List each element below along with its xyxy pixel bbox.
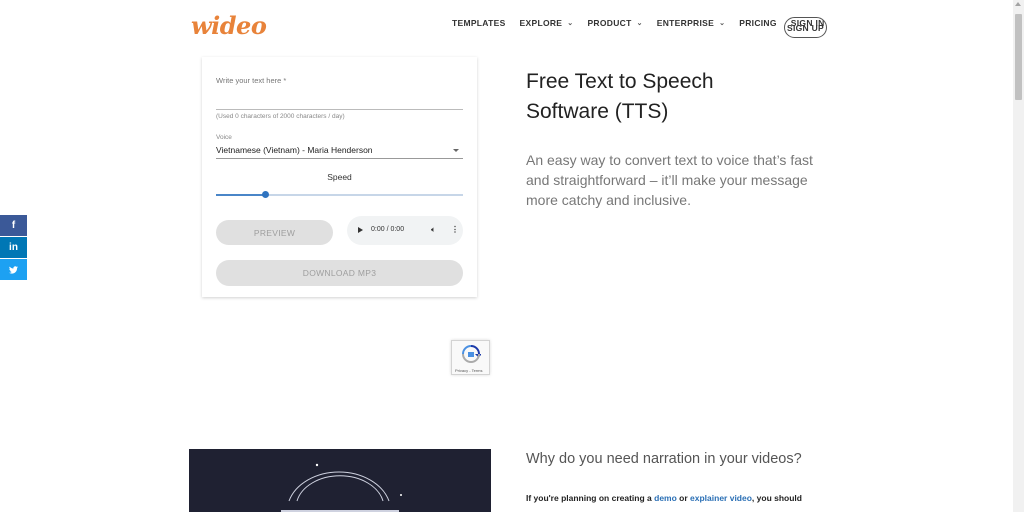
scroll-thumb[interactable] (1015, 14, 1022, 100)
linkedin-share-button[interactable]: in (0, 237, 27, 258)
scroll-up-arrow-icon[interactable] (1015, 2, 1021, 6)
preview-button[interactable]: PREVIEW (216, 220, 333, 245)
nav-explore[interactable]: EXPLORE ⌄ (520, 18, 574, 28)
text-fragment: If you're planning on creating a (526, 493, 655, 503)
linkedin-icon: in (9, 242, 18, 253)
twitter-share-button[interactable] (0, 259, 27, 280)
twitter-icon (9, 265, 18, 274)
video-thumbnail[interactable] (189, 449, 491, 512)
narration-section-text: If you're planning on creating a demo or… (526, 493, 802, 503)
audio-player: 0:00 / 0:00 🔈︎ ⋮ (347, 216, 463, 245)
wideo-logo[interactable]: wideo (191, 11, 267, 40)
chevron-down-icon: ⌄ (719, 20, 726, 27)
text-input[interactable] (216, 109, 463, 110)
dropdown-caret-icon (453, 149, 459, 152)
chevron-down-icon: ⌄ (567, 20, 574, 27)
tts-form-card: Write your text here * (Used 0 character… (202, 57, 477, 297)
site-header: wideo TEMPLATES EXPLORE ⌄ PRODUCT ⌄ ENTERP… (0, 0, 1013, 56)
speed-label: Speed (327, 172, 352, 182)
text-fragment: , you should (751, 493, 802, 503)
speed-slider-thumb[interactable] (262, 191, 270, 198)
facebook-share-button[interactable]: f (0, 215, 27, 236)
explainer-video-link[interactable]: explainer video (690, 493, 752, 503)
signup-button[interactable]: SIGN UP (784, 17, 827, 38)
text-field-label: Write your text here * (216, 76, 287, 85)
voice-select-value: Vietnamese (Vietnam) - Maria Henderson (216, 145, 373, 155)
page-scrollbar[interactable] (1013, 0, 1024, 512)
nav-label: PRODUCT (587, 18, 632, 28)
nav-enterprise[interactable]: ENTERPRISE ⌄ (657, 18, 726, 28)
nav-label: PRICING (739, 18, 777, 28)
nav-label: ENTERPRISE (656, 18, 715, 28)
recaptcha-terms[interactable]: Privacy - Terms (455, 368, 482, 373)
download-mp3-button[interactable]: DOWNLOAD MP3 (216, 260, 463, 286)
nav-label: TEMPLATES (452, 18, 506, 28)
chevron-down-icon: ⌄ (636, 20, 643, 27)
recaptcha-badge[interactable]: Privacy - Terms (451, 340, 490, 375)
nav-pricing[interactable]: PRICING (739, 18, 777, 28)
page-title: Free Text to Speech Software (TTS) (526, 70, 714, 123)
more-options-icon[interactable]: ⋮ (451, 225, 459, 234)
recaptcha-icon (462, 345, 481, 363)
play-icon[interactable] (358, 227, 363, 233)
social-share-bar: f in (0, 215, 27, 281)
character-count-hint: (Used 0 characters of 2000 characters / … (216, 113, 345, 120)
speed-slider-fill (216, 194, 266, 196)
voice-select[interactable]: Vietnamese (Vietnam) - Maria Henderson (216, 145, 463, 159)
volume-icon[interactable]: 🔈︎ (431, 225, 436, 235)
speed-slider[interactable] (216, 191, 463, 198)
text-fragment: or (676, 493, 691, 503)
page-subtitle: An easy way to convert text to voice tha… (526, 152, 813, 208)
audio-time: 0:00 / 0:00 (371, 226, 405, 233)
main-nav: TEMPLATES EXPLORE ⌄ PRODUCT ⌄ ENTERPRISE ⌄ … (452, 18, 839, 28)
nav-product[interactable]: PRODUCT ⌄ (587, 18, 642, 28)
narration-section-title: Why do you need narration in your videos… (526, 451, 802, 467)
nav-label: EXPLORE (519, 18, 563, 28)
facebook-icon: f (11, 220, 16, 231)
nav-templates[interactable]: TEMPLATES (452, 18, 506, 28)
video-illustration (281, 463, 402, 512)
voice-label: Voice (216, 134, 232, 141)
demo-link[interactable]: demo (654, 493, 677, 503)
